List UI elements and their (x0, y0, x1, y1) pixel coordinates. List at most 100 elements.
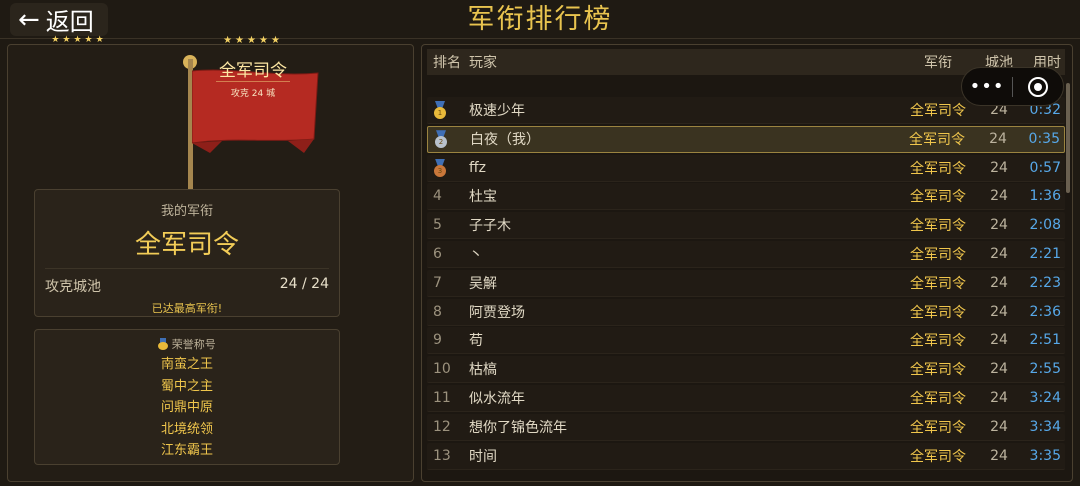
player-city-count: 24 (990, 274, 1008, 291)
player-rank-title: 全军司令 (910, 448, 966, 465)
player-rank-title: 全军司令 (910, 103, 966, 119)
honor-item: 江东霸王 (160, 443, 213, 458)
my-rank-card: 我的军衔 全军司令 攻克城池 24 / 24 已达最高军衔! (34, 189, 340, 317)
player-rank-title: 全军司令 (910, 275, 966, 292)
player-city-count: 24 (990, 418, 1008, 435)
target-close-icon[interactable] (1013, 76, 1063, 97)
table-row[interactable]: 5 子子木 全军司令 24 2:08 (427, 212, 1065, 240)
player-name: 吴解 (469, 275, 497, 292)
medal-icon: 1 (427, 101, 469, 119)
medal-icon (158, 338, 169, 350)
rank-number: 10 (433, 361, 451, 378)
table-row[interactable]: 12 想你了锦色流年 全军司令 24 3:34 (427, 413, 1065, 441)
player-city-count: 24 (990, 389, 1008, 406)
rank-number: 9 (433, 332, 442, 349)
player-time: 3:34 (1029, 418, 1061, 435)
table-row[interactable]: 4 杜宝 全军司令 24 1:36 (427, 183, 1065, 211)
flag-divider (216, 81, 290, 82)
player-name: 极速少年 (469, 103, 525, 119)
player-city-count: 24 (990, 188, 1008, 205)
flag-rank-text: 全军司令 (219, 61, 287, 81)
honor-card: 荣誉称号 南蛮之王 蜀中之主 问鼎中原 北境统领 江东霸王 (34, 329, 340, 465)
player-rank-title: 全军司令 (910, 419, 966, 436)
player-time: 0:57 (1029, 159, 1061, 176)
player-city-count: 24 (989, 131, 1007, 148)
honor-title-row: 荣誉称号 (35, 336, 339, 352)
player-time: 2:23 (1029, 274, 1061, 291)
player-city-count: 24 (990, 332, 1008, 349)
rank-number: 12 (433, 418, 451, 435)
table-row[interactable]: 9 苟 全军司令 24 2:51 (427, 327, 1065, 355)
table-row[interactable]: 6 丶 全军司令 24 2:21 (427, 240, 1065, 268)
player-rank-title: 全军司令 (910, 362, 966, 379)
conquer-value: 24 / 24 (279, 276, 329, 292)
player-name: 枯槁 (469, 362, 497, 379)
leaderboard-list: 1 极速少年 全军司令 24 0:32 2 白夜（我） 全军司令 24 0:35 3 ffz 全军司令 2… (427, 97, 1065, 471)
scrollbar[interactable] (1066, 83, 1070, 193)
player-city-count: 24 (990, 361, 1008, 378)
player-name: 杜宝 (469, 189, 497, 206)
rank-number: 4 (433, 188, 442, 205)
table-row[interactable]: 11 似水流年 全军司令 24 3:24 (427, 384, 1065, 412)
player-time: 3:24 (1029, 389, 1061, 406)
rank-number: 13 (433, 447, 451, 464)
player-time: 1:36 (1029, 188, 1061, 205)
flag-sub-text: 攻克 24 城 (230, 89, 276, 99)
player-name: 时间 (469, 448, 497, 465)
more-dots-icon[interactable]: ••• (962, 76, 1012, 97)
player-city-count: 24 (990, 217, 1008, 234)
flag-stars-display: ★★★★★ (223, 35, 283, 46)
max-rank-note: 已达最高军衔! (151, 302, 223, 315)
honor-list: 南蛮之王 蜀中之主 问鼎中原 北境统领 江东霸王 (35, 354, 339, 462)
player-name: 想你了锦色流年 (469, 419, 567, 436)
rank-number: 8 (433, 303, 442, 320)
player-city-count: 24 (990, 447, 1008, 464)
player-rank-title: 全军司令 (910, 189, 966, 206)
player-name: 阿贾登场 (469, 304, 525, 321)
rank-number: 11 (433, 389, 451, 406)
table-row-self[interactable]: 2 白夜（我） 全军司令 24 0:35 (427, 125, 1065, 153)
table-row[interactable]: 3 ffz 全军司令 24 0:57 (427, 154, 1065, 182)
player-time: 2:51 (1029, 332, 1061, 349)
honor-item: 问鼎中原 (160, 400, 213, 415)
rank-number: 5 (433, 217, 442, 234)
table-row[interactable]: 7 吴解 全军司令 24 2:23 (427, 269, 1065, 297)
honor-title: 荣誉称号 (171, 338, 216, 351)
player-city-count: 24 (990, 303, 1008, 320)
player-time: 2:55 (1029, 361, 1061, 378)
honor-item: 北境统领 (160, 421, 213, 437)
conquer-label: 攻克城池 (45, 279, 101, 295)
rank-number: 6 (433, 245, 442, 262)
medal-icon: 2 (428, 130, 470, 149)
player-rank-title: 全军司令 (910, 160, 966, 177)
player-time: 0:35 (1028, 131, 1060, 148)
player-time: 3:35 (1029, 447, 1061, 464)
honor-item: 南蛮之王 (160, 357, 213, 372)
player-name: 丶 (469, 246, 483, 263)
table-row[interactable]: 8 阿贾登场 全军司令 24 2:36 (427, 298, 1065, 326)
player-rank-title: 全军司令 (910, 246, 966, 263)
player-name: 似水流年 (469, 390, 525, 407)
header-divider (0, 38, 1080, 39)
honor-item: 蜀中之主 (160, 378, 213, 394)
player-time: 2:08 (1029, 217, 1061, 234)
player-city-count: 24 (990, 245, 1008, 262)
header-title: 军衔 (924, 55, 952, 71)
table-row[interactable]: 10 枯槁 全军司令 24 2:55 (427, 356, 1065, 384)
my-rank-divider (45, 268, 329, 269)
player-rank-title: 全军司令 (909, 132, 965, 149)
flag-stars: ★★★★★ (51, 35, 107, 45)
player-name: ffz (469, 159, 486, 176)
table-row[interactable]: 13 时间 全军司令 24 3:35 (427, 442, 1065, 470)
player-rank-title: 全军司令 (910, 218, 966, 235)
player-time: 2:21 (1029, 245, 1061, 262)
medal-icon: 3 (427, 158, 469, 177)
header-rank: 排名 (433, 55, 461, 71)
header-player: 玩家 (469, 55, 497, 71)
player-time: 2:36 (1029, 303, 1061, 320)
miniprogram-capsule: ••• (961, 67, 1064, 106)
rank-number: 7 (433, 274, 442, 291)
player-name: 子子木 (469, 218, 511, 235)
leaderboard-panel[interactable]: 排名 玩家 军衔 城池 用时 1 极速少年 全军司令 24 0:32 2 白夜（我） 全军司令… (421, 44, 1073, 482)
my-rank-label: 我的军衔 (160, 204, 213, 219)
